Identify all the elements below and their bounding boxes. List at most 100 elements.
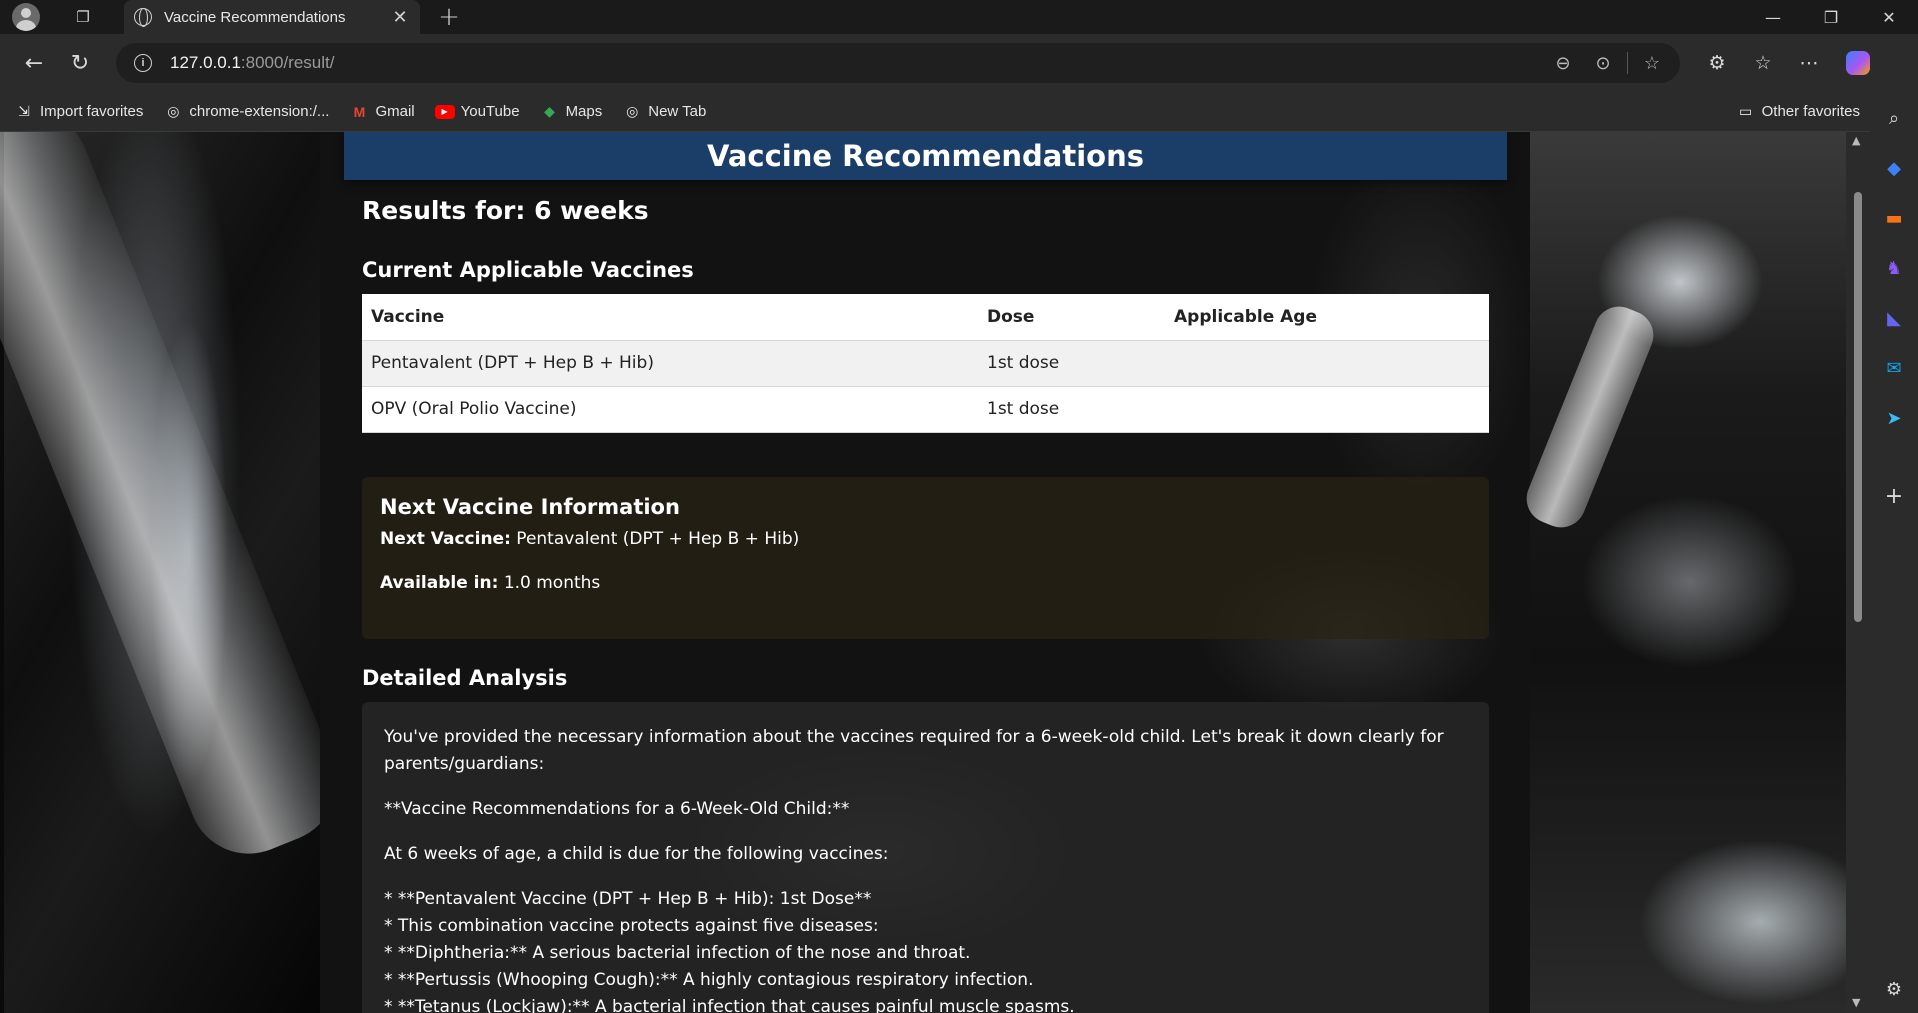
analysis-intro: You've provided the necessary informatio…	[384, 727, 1444, 774]
window-controls: — ❐ ✕	[1744, 0, 1918, 34]
column-header-applicable-age: Applicable Age	[1165, 294, 1489, 341]
cell-vaccine: Pentavalent (DPT + Hep B + Hib)	[362, 340, 978, 387]
favorite-label: Import favorites	[40, 103, 144, 120]
scroll-down-arrow-icon[interactable]: ▼	[1852, 996, 1860, 1009]
other-favorites[interactable]: ▭ Other favorites	[1726, 97, 1870, 127]
favorite-label: YouTube	[460, 103, 520, 120]
back-button[interactable]: ←	[12, 41, 56, 85]
new-tab-button[interactable]: +	[434, 2, 464, 32]
gmail-icon: M	[353, 103, 366, 120]
address-bar[interactable]: i 127.0.0.1:8000/result/ ⊖ ⊙ ☆	[116, 43, 1680, 83]
globe-icon	[134, 8, 152, 27]
youtube-icon: ▶	[434, 104, 455, 119]
workspaces-icon[interactable]: ❐	[66, 0, 100, 34]
next-vaccine-panel: Next Vaccine Information Next Vaccine: P…	[362, 477, 1489, 639]
background-vials-right	[1530, 132, 1846, 1013]
table-row: Pentavalent (DPT + Hep B + Hib) 1st dose	[362, 340, 1489, 387]
edge-sidebar: ⌕ ◆ ▬ ♞ ◣ ✉ ➤ + ⚙	[1870, 92, 1918, 1013]
tab-active[interactable]: Vaccine Recommendations ✕	[124, 0, 420, 34]
analysis-list-item: * **Pentavalent Vaccine (DPT + Hep B + H…	[384, 889, 872, 909]
background-syringe-left	[4, 132, 320, 1013]
results-title: Results for: 6 weeks	[362, 196, 649, 225]
restore-button[interactable]: ❐	[1802, 0, 1860, 34]
page-title: Vaccine Recommendations	[707, 139, 1144, 173]
analysis-list-item: * **Diphtheria:** A serious bacterial in…	[384, 943, 971, 963]
outlook-icon[interactable]: ✉	[1878, 352, 1910, 384]
page-viewport: Vaccine Recommendations Results for: 6 w…	[0, 132, 1870, 1013]
cell-applicable-age	[1165, 386, 1489, 433]
analysis-list-item: * This combination vaccine protects agai…	[384, 916, 879, 936]
available-in-line: Available in: 1.0 months	[380, 573, 1471, 593]
cell-applicable-age	[1165, 340, 1489, 387]
vaccine-table: Vaccine Dose Applicable Age Pentavalent …	[362, 294, 1489, 433]
favorite-youtube[interactable]: ▶ YouTube	[425, 97, 530, 127]
favorite-label: Maps	[565, 103, 603, 120]
tab-title: Vaccine Recommendations	[164, 8, 346, 26]
page-header: Vaccine Recommendations	[344, 132, 1507, 180]
page-content: Vaccine Recommendations Results for: 6 w…	[320, 132, 1530, 1013]
table-header-row: Vaccine Dose Applicable Age	[362, 294, 1489, 341]
available-in-value: 1.0 months	[503, 573, 601, 593]
available-in-label: Available in:	[380, 573, 499, 593]
globe-icon: ◎	[167, 103, 180, 119]
cell-dose: 1st dose	[978, 386, 1165, 433]
favorite-gmail[interactable]: M Gmail	[339, 97, 424, 127]
column-header-dose: Dose	[978, 294, 1165, 341]
reload-button[interactable]: ↻	[58, 41, 102, 85]
site-info-icon[interactable]: i	[134, 54, 152, 72]
address-bar-actions: ⊖ ⊙ ☆	[1543, 45, 1680, 81]
profile-avatar-icon[interactable]	[12, 3, 40, 31]
import-icon: ⇲	[18, 103, 30, 119]
shopping-tag-icon[interactable]: ◆	[1878, 152, 1910, 184]
scrollbar-thumb[interactable]	[1854, 192, 1862, 622]
favorite-maps[interactable]: ◆ Maps	[530, 97, 613, 127]
extensions-icon[interactable]: ⚙	[1694, 43, 1740, 83]
minimize-button[interactable]: —	[1744, 0, 1802, 34]
toolbar-actions: ⚙ ☆ ⋯	[1694, 43, 1870, 83]
copilot-icon[interactable]	[1846, 51, 1870, 75]
add-icon[interactable]: +	[1878, 480, 1910, 512]
reading-mode-icon[interactable]: ⊙	[1583, 45, 1623, 81]
zoom-out-icon[interactable]: ⊖	[1543, 45, 1583, 81]
tools-briefcase-icon[interactable]: ▬	[1878, 202, 1910, 234]
favorite-star-icon[interactable]: ☆	[1632, 45, 1672, 81]
favorite-import[interactable]: ⇲ Import favorites	[4, 97, 153, 127]
copilot-sidebar-icon[interactable]: ◣	[1878, 302, 1910, 334]
vertical-scrollbar[interactable]: ▲ ▼	[1846, 132, 1870, 1013]
next-vaccine-value: Pentavalent (DPT + Hep B + Hib)	[516, 529, 800, 549]
analysis-list-item: * **Tetanus (Lockjaw):** A bacterial inf…	[384, 997, 1075, 1013]
favorite-chrome-extension[interactable]: ◎ chrome-extension:/...	[153, 97, 339, 127]
favorite-label: chrome-extension:/...	[189, 103, 330, 120]
close-window-button[interactable]: ✕	[1860, 0, 1918, 34]
globe-icon: ◎	[626, 103, 639, 119]
analysis-heading: **Vaccine Recommendations for a 6-Week-O…	[384, 799, 850, 819]
send-icon[interactable]: ➤	[1878, 402, 1910, 434]
next-vaccine-label: Next Vaccine:	[380, 529, 511, 549]
favorite-new-tab[interactable]: ◎ New Tab	[612, 97, 716, 127]
next-vaccine-line: Next Vaccine: Pentavalent (DPT + Hep B +…	[380, 529, 1471, 549]
navigation-bar: ← ↻ i 127.0.0.1:8000/result/ ⊖ ⊙ ☆ ⚙ ☆ ⋯	[0, 34, 1918, 92]
games-icon[interactable]: ♞	[1878, 252, 1910, 284]
maps-icon: ◆	[544, 103, 555, 119]
scroll-up-arrow-icon[interactable]: ▲	[1852, 134, 1860, 147]
analysis-lead: At 6 weeks of age, a child is due for th…	[384, 844, 889, 864]
url-host: 127.0.0.1	[170, 53, 241, 72]
favorite-label: New Tab	[648, 103, 707, 120]
folder-icon: ▭	[1739, 103, 1753, 119]
more-menu-icon[interactable]: ⋯	[1786, 43, 1832, 83]
table-row: OPV (Oral Polio Vaccine) 1st dose	[362, 386, 1489, 433]
url-path: :8000/result/	[240, 53, 335, 72]
current-vaccines-title: Current Applicable Vaccines	[362, 258, 694, 282]
search-icon[interactable]: ⌕	[1878, 102, 1910, 134]
detailed-analysis-panel: You've provided the necessary informatio…	[362, 702, 1489, 1013]
cell-dose: 1st dose	[978, 340, 1165, 387]
close-tab-icon[interactable]: ✕	[390, 7, 410, 28]
detailed-analysis-title: Detailed Analysis	[362, 666, 568, 690]
other-favorites-label: Other favorites	[1761, 103, 1860, 120]
analysis-list-item: * **Pertussis (Whooping Cough):** A high…	[384, 970, 1034, 990]
settings-gear-icon[interactable]: ⚙	[1878, 973, 1910, 1005]
favorite-label: Gmail	[375, 103, 415, 120]
favorites-bar: ⇲ Import favorites ◎ chrome-extension:/.…	[0, 92, 1918, 132]
separator	[1627, 52, 1628, 74]
favorites-icon[interactable]: ☆	[1740, 43, 1786, 83]
